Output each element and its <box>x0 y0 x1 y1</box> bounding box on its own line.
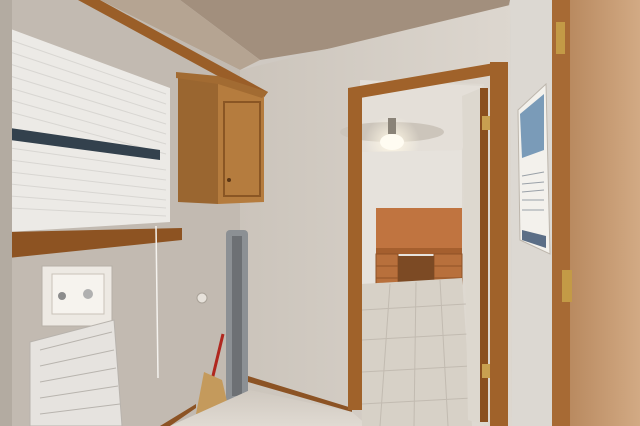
doorway <box>340 80 488 426</box>
wall-cabinet <box>176 72 268 204</box>
cabinet-knob <box>227 178 231 182</box>
door-hinge-bottom <box>562 270 572 302</box>
foreground-door <box>552 0 640 426</box>
door-hinge <box>482 116 490 130</box>
laundry-room-photo <box>0 0 640 426</box>
washer-outlet-box <box>41 265 113 327</box>
door-hinge-top <box>556 22 565 54</box>
wall-outlet <box>196 292 208 304</box>
wall-poster <box>517 82 551 255</box>
left-wall-edge <box>0 0 12 426</box>
